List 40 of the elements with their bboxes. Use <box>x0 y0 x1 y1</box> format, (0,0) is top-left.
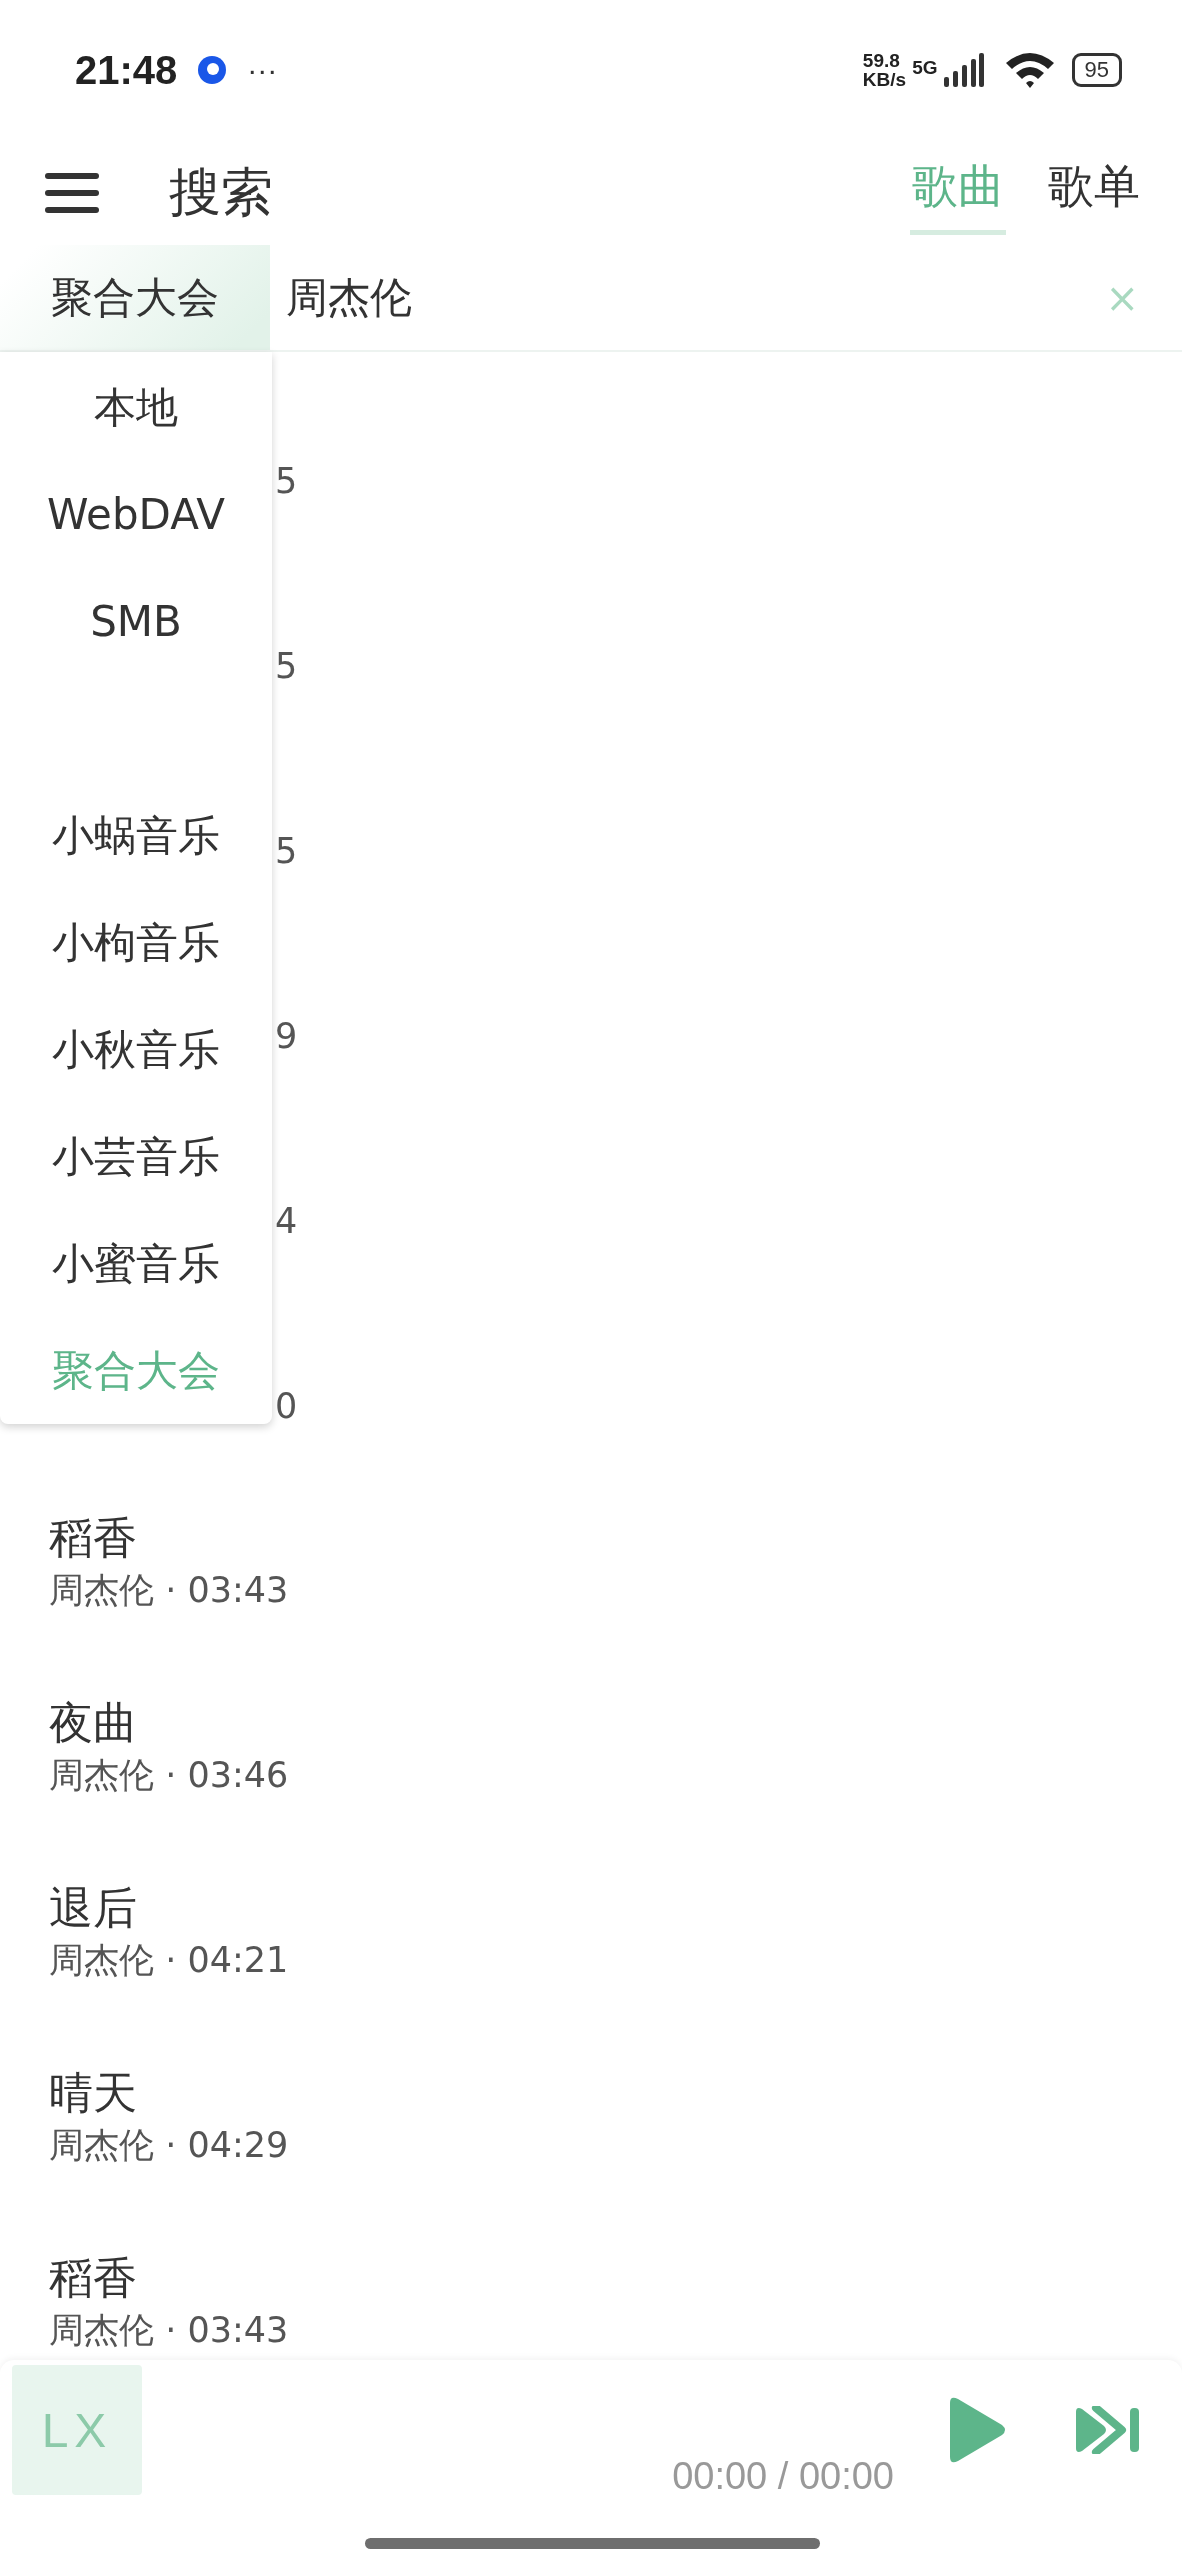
more-notifications: ··· <box>247 53 278 87</box>
song-title: 稻香 <box>49 2251 137 2305</box>
search-field[interactable]: 周杰伦 <box>270 273 1098 322</box>
speed-value: 59.8 <box>862 51 901 70</box>
source-option[interactable]: 小秋音乐 <box>0 996 272 1103</box>
source-selector[interactable]: 聚合大会 <box>0 245 270 350</box>
speed-unit: KB/s <box>862 70 907 89</box>
song-info: 9 <box>275 1015 298 1058</box>
song-info: 周杰伦 · 03:43 <box>49 2309 289 2352</box>
source-option[interactable]: 小枸音乐 <box>0 889 272 996</box>
source-option[interactable]: SMB <box>0 568 272 675</box>
song-title: 夜曲 <box>49 1696 137 1750</box>
song-info: 周杰伦 · 03:43 <box>49 1569 289 1612</box>
clock-time: 21:48 <box>75 47 178 93</box>
network-type: 5G <box>912 57 938 79</box>
song-info: 5 <box>275 830 298 873</box>
playback-time: 00:00 / 00:00 <box>671 2455 895 2498</box>
signal-icon <box>943 53 984 87</box>
song-title: 晴天 <box>49 2066 137 2120</box>
source-option[interactable]: 本地 <box>0 354 272 461</box>
song-title: 稻香 <box>49 1511 137 1565</box>
source-option[interactable]: 小蜗音乐 <box>0 782 272 889</box>
song-info: 5 <box>275 645 298 688</box>
source-option[interactable]: 小芸音乐 <box>0 1103 272 1210</box>
source-option[interactable]: 小蜜音乐 <box>0 1210 272 1317</box>
song-info: 周杰伦 · 04:29 <box>49 2124 289 2167</box>
song-info: 5 <box>275 460 298 503</box>
tab[interactable]: 歌单 <box>1046 150 1142 235</box>
battery-level: 95 <box>1071 53 1122 87</box>
album-cover: LX <box>12 2365 142 2495</box>
song-title: 退后 <box>49 1881 137 1935</box>
menu-icon[interactable] <box>45 172 99 213</box>
song-info: 周杰伦 · 04:21 <box>49 1939 289 1982</box>
source-option[interactable]: WebDAV <box>0 461 272 568</box>
page-title: 搜索 <box>169 160 274 224</box>
app-notification-icon <box>197 55 228 85</box>
song-info: 4 <box>275 1200 298 1243</box>
skip-next-icon[interactable] <box>1074 2406 1142 2454</box>
song-info: 周杰伦 · 03:46 <box>49 1754 289 1797</box>
song-info: 0 <box>275 1385 298 1428</box>
